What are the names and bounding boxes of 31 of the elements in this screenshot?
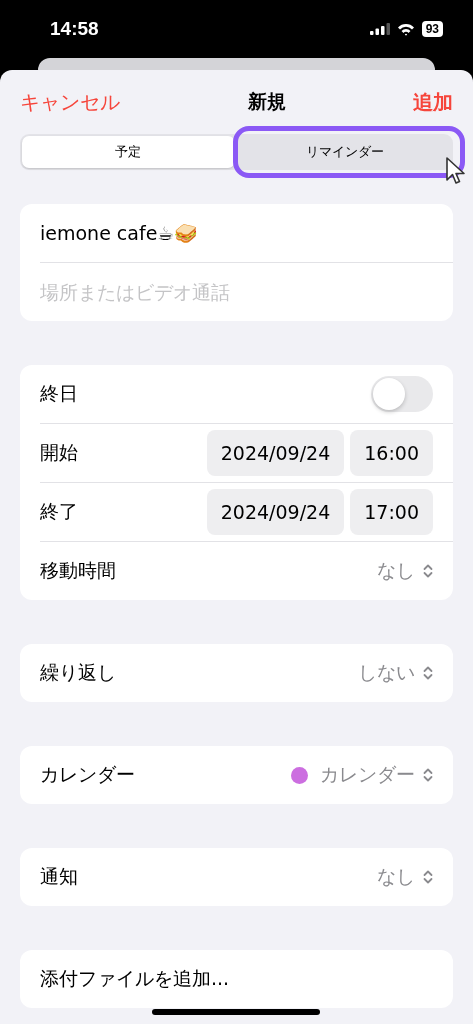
row-label: 終了	[40, 499, 78, 524]
date-button[interactable]: 2024/09/24	[206, 489, 345, 535]
battery-indicator: 93	[421, 21, 443, 37]
row-label: 繰り返し	[40, 660, 116, 685]
picker-button[interactable]: なし	[377, 558, 433, 584]
location-field[interactable]: 場所またはビデオ通話	[40, 281, 433, 303]
row-label: カレンダー	[40, 762, 135, 787]
status-time: 14:58	[50, 18, 99, 40]
event-title-field[interactable]: iemone cafe☕🥪	[40, 221, 199, 245]
picker-button[interactable]: カレンダー	[291, 762, 433, 788]
chevron-up-down-icon	[423, 869, 433, 885]
add-attachment-button[interactable]: 添付ファイルを追加...	[40, 966, 230, 992]
signal-icon	[369, 23, 390, 35]
chevron-up-down-icon	[423, 665, 433, 681]
row-label: 開始	[40, 440, 78, 465]
time-button[interactable]: 17:00	[350, 489, 433, 535]
toggle-switch[interactable]	[371, 376, 433, 412]
row-label: 通知	[40, 864, 78, 889]
chevron-up-down-icon	[423, 563, 433, 579]
wifi-icon	[396, 22, 415, 36]
picker-button[interactable]: しない	[358, 660, 433, 686]
time-button[interactable]: 16:00	[350, 430, 433, 476]
chevron-up-down-icon	[423, 767, 433, 783]
sheet-title: 新規	[247, 89, 286, 114]
row-label: 終日	[40, 381, 78, 406]
cursor-arrow-icon	[445, 156, 467, 186]
row-label: 移動時間	[40, 558, 116, 583]
segment-tab[interactable]: リマインダー	[238, 136, 451, 168]
segment-tab[interactable]: 予定	[22, 136, 235, 168]
picker-button[interactable]: なし	[377, 864, 433, 890]
date-button[interactable]: 2024/09/24	[206, 430, 345, 476]
